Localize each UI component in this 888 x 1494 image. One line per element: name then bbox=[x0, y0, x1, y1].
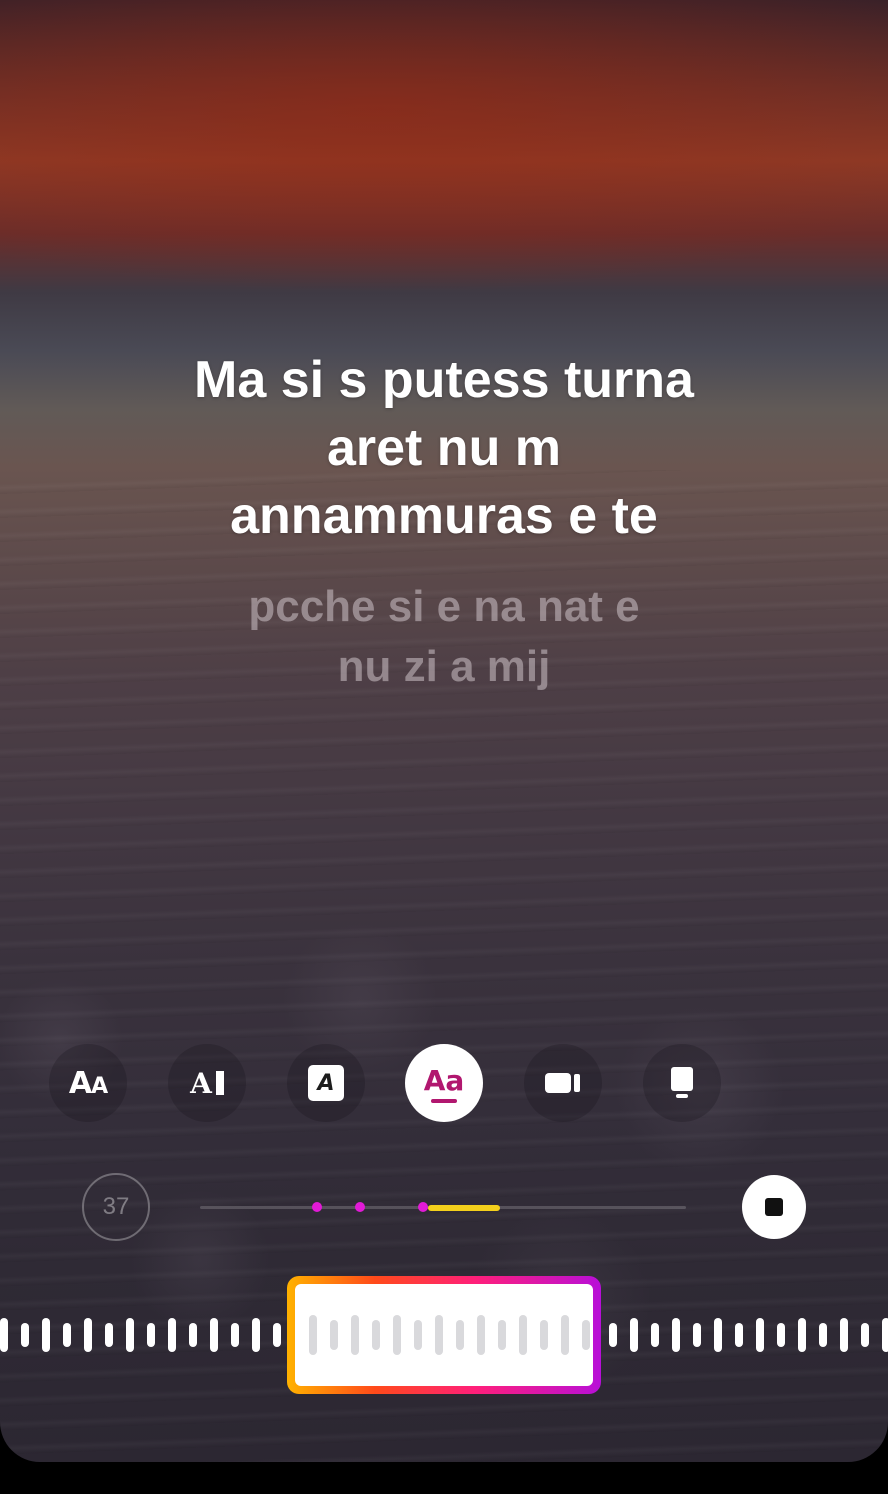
waveform-bar bbox=[714, 1318, 722, 1352]
waveform-bar bbox=[735, 1323, 743, 1347]
boxed-text-icon: A bbox=[308, 1065, 344, 1101]
lyric-marker bbox=[312, 1202, 322, 1212]
waveform-bar bbox=[630, 1318, 638, 1352]
waveform-bar bbox=[582, 1320, 590, 1350]
waveform-bar bbox=[252, 1318, 260, 1352]
waveform-bar bbox=[105, 1323, 113, 1347]
waveform-bar bbox=[456, 1320, 464, 1350]
waveform-bar bbox=[861, 1323, 869, 1347]
waveform-bar bbox=[0, 1318, 8, 1352]
waveform-bar bbox=[126, 1318, 134, 1352]
typewriter-text-icon: A bbox=[190, 1067, 224, 1100]
waveform-bar bbox=[414, 1320, 422, 1350]
waveform-bar bbox=[273, 1323, 281, 1347]
lyric-marker bbox=[418, 1202, 428, 1212]
waveform-bar bbox=[651, 1323, 659, 1347]
card-icon bbox=[671, 1067, 693, 1098]
waveform-bar bbox=[498, 1320, 506, 1350]
waveform-bar bbox=[819, 1323, 827, 1347]
waveform-bar bbox=[477, 1315, 485, 1355]
waveform-bar bbox=[672, 1318, 680, 1352]
waveform-bar bbox=[798, 1318, 806, 1352]
waveform-bar bbox=[84, 1318, 92, 1352]
playback-progress-segment bbox=[428, 1205, 500, 1211]
waveform-bar bbox=[330, 1320, 338, 1350]
waveform-bar bbox=[63, 1323, 71, 1347]
current-lyric-line-1: Ma si s putess turna bbox=[194, 351, 694, 409]
video-card-icon bbox=[545, 1073, 580, 1093]
next-lyric-line-2: nu zi a mij bbox=[337, 642, 551, 691]
next-lyric-line-1: pcche si e na nat e bbox=[248, 582, 640, 631]
waveform-bar bbox=[231, 1323, 239, 1347]
boxed-text-style-button[interactable]: A bbox=[287, 1044, 365, 1122]
waveform-bar bbox=[519, 1315, 527, 1355]
video-style-button[interactable] bbox=[524, 1044, 602, 1122]
waveform-bar bbox=[756, 1318, 764, 1352]
waveform-bar bbox=[351, 1315, 359, 1355]
waveform-bar bbox=[393, 1315, 401, 1355]
highlight-text-style-button[interactable]: Aa bbox=[405, 1044, 483, 1122]
waveform-bar bbox=[435, 1315, 443, 1355]
classic-text-style-button[interactable]: AA bbox=[49, 1044, 127, 1122]
waveform-bar bbox=[540, 1320, 548, 1350]
waveform-bar bbox=[882, 1318, 888, 1352]
waveform-bar bbox=[147, 1323, 155, 1347]
card-style-button[interactable] bbox=[643, 1044, 721, 1122]
stop-button[interactable] bbox=[742, 1175, 806, 1239]
waveform-bar bbox=[693, 1323, 701, 1347]
duration-value: 37 bbox=[102, 1193, 130, 1220]
current-lyric-line-3: annammuras e te bbox=[230, 487, 658, 545]
waveform-bar bbox=[840, 1318, 848, 1352]
waveform-bar bbox=[309, 1315, 317, 1355]
waveform-bar bbox=[168, 1318, 176, 1352]
music-lyrics-editor: Ma si s putess turna aret nu m annammura… bbox=[0, 0, 888, 1462]
highlight-text-icon: Aa bbox=[424, 1064, 464, 1103]
waveform-bar bbox=[777, 1323, 785, 1347]
typewriter-text-style-button[interactable]: A bbox=[168, 1044, 246, 1122]
stop-icon bbox=[765, 1198, 783, 1216]
waveform-bar bbox=[561, 1315, 569, 1355]
selected-clip-waveform bbox=[295, 1284, 593, 1386]
waveform-bar bbox=[21, 1323, 29, 1347]
waveform-bar bbox=[372, 1320, 380, 1350]
lyric-marker bbox=[355, 1202, 365, 1212]
clip-selection-handle[interactable] bbox=[287, 1276, 601, 1394]
waveform-bar bbox=[42, 1318, 50, 1352]
waveform-bar bbox=[210, 1318, 218, 1352]
next-lyric: pcche si e na nat e nu zi a mij bbox=[0, 577, 888, 697]
duration-timer-button[interactable]: 37 bbox=[82, 1173, 150, 1241]
waveform-bar bbox=[189, 1323, 197, 1347]
classic-text-icon: AA bbox=[68, 1065, 108, 1101]
current-lyric-line-2: aret nu m bbox=[326, 419, 562, 477]
waveform-bar bbox=[609, 1323, 617, 1347]
lyrics-style-picker: AA A A Aa bbox=[0, 1044, 888, 1122]
current-lyric: Ma si s putess turna aret nu m annammura… bbox=[0, 346, 888, 550]
